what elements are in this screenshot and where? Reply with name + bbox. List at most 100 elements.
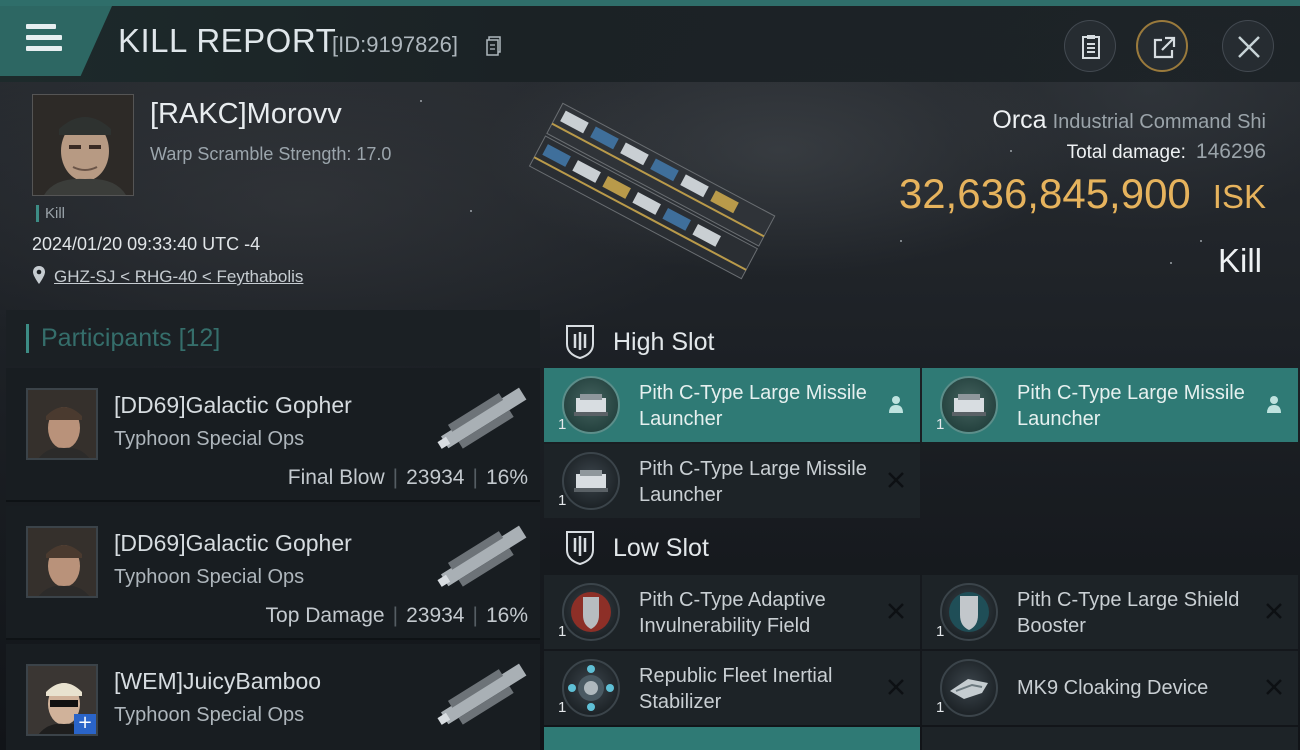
low-slot-title: Low Slot bbox=[613, 534, 709, 562]
result-label: Kill bbox=[1217, 242, 1262, 279]
participant-row[interactable]: + [WEM]JuicyBamboo Typhoon Special Ops bbox=[6, 644, 540, 750]
page-title: KILL REPORT bbox=[118, 22, 337, 59]
participant-percent: 16% bbox=[485, 466, 528, 489]
orca-ship-image bbox=[528, 102, 776, 280]
ship-name: Orca bbox=[992, 106, 1047, 134]
module-qty: 1 bbox=[936, 699, 945, 716]
shield-booster-icon bbox=[940, 583, 998, 641]
participant-ship: Typhoon Special Ops bbox=[114, 704, 305, 726]
destroyed-x-icon bbox=[888, 603, 904, 619]
hamburger-icon bbox=[26, 24, 64, 54]
module-qty: 1 bbox=[936, 623, 945, 640]
victim-name[interactable]: [RAKC]Morovv bbox=[150, 98, 342, 131]
participant-stats: Final Blow | 23934 | 16% bbox=[287, 466, 528, 489]
kill-tag: Kill bbox=[36, 205, 65, 222]
close-icon bbox=[1238, 36, 1260, 58]
isk-amount: 32,636,845,900 bbox=[898, 170, 1191, 217]
missile-launcher-icon bbox=[562, 376, 620, 434]
module-qty: 1 bbox=[558, 623, 567, 640]
module-qty: 1 bbox=[936, 416, 945, 433]
victim-panel: [RAKC]Morovv Warp Scramble Strength: 17.… bbox=[0, 82, 1300, 308]
module-qty: 1 bbox=[558, 492, 567, 509]
low-slot-icon bbox=[566, 531, 594, 566]
module-name: Pith C-Type Large Missile Launcher bbox=[1017, 382, 1245, 430]
cloaking-device-icon bbox=[940, 659, 998, 717]
total-damage-value: 146296 bbox=[1195, 140, 1266, 163]
kill-timestamp: 2024/01/20 09:33:40 UTC -4 bbox=[32, 234, 261, 254]
module-item[interactable]: 1 Pith C-Type Adaptive Invulnerability F… bbox=[544, 575, 920, 649]
missile-launcher-icon bbox=[940, 376, 998, 434]
destroyed-x-icon bbox=[1266, 603, 1282, 619]
module-item[interactable]: 1 Pith C-Type Large Missile Launcher bbox=[922, 368, 1298, 442]
typhoon-ship-icon bbox=[437, 525, 527, 587]
participants-count: [12] bbox=[178, 324, 221, 352]
pilot-icon bbox=[889, 396, 903, 413]
typhoon-ship-icon bbox=[437, 387, 527, 449]
location-link[interactable]: GHZ-SJ < RHG-40 < Feythabolis bbox=[54, 267, 303, 287]
clipboard-button[interactable] bbox=[1064, 20, 1116, 72]
high-slot-header: High Slot bbox=[544, 312, 1300, 372]
add-contact-icon[interactable]: + bbox=[74, 714, 96, 734]
module-name: Pith C-Type Large Missile Launcher bbox=[639, 382, 867, 430]
module-item[interactable]: 1 Pith C-Type Large Missile Launcher bbox=[544, 444, 920, 518]
isk-value: 32,636,845,900 ISK bbox=[899, 170, 1266, 218]
isk-unit: ISK bbox=[1212, 178, 1266, 215]
participants-label: Participants bbox=[41, 324, 172, 352]
participant-avatar: + bbox=[26, 664, 98, 736]
clipboard-icon bbox=[1082, 35, 1100, 59]
victim-ship[interactable]: Orca Industrial Command Shi bbox=[992, 106, 1266, 135]
participant-name: [DD69]Galactic Gopher bbox=[114, 530, 352, 556]
module-qty: 1 bbox=[558, 416, 567, 433]
participant-row[interactable]: [DD69]Galactic Gopher Typhoon Special Op… bbox=[6, 506, 540, 640]
participant-avatar bbox=[26, 526, 98, 598]
report-id: [ID:9197826] bbox=[332, 32, 458, 57]
victim-avatar bbox=[33, 95, 133, 195]
inertial-stabilizer-icon bbox=[562, 659, 620, 717]
module-item[interactable]: 1 Pith C-Type Large Missile Launcher bbox=[544, 368, 920, 442]
low-slot-header: Low Slot bbox=[544, 518, 1300, 578]
pilot-icon bbox=[1267, 396, 1281, 413]
victim-portrait[interactable] bbox=[32, 94, 134, 196]
destroyed-x-icon bbox=[888, 472, 904, 488]
participant-name: [DD69]Galactic Gopher bbox=[114, 392, 352, 418]
destroyed-x-icon bbox=[888, 679, 904, 695]
module-name: Pith C-Type Large Shield Booster bbox=[1017, 589, 1240, 637]
module-name: Republic Fleet Inertial Stabilizer bbox=[639, 665, 833, 713]
menu-button[interactable] bbox=[0, 6, 112, 76]
module-qty: 1 bbox=[558, 699, 567, 716]
close-button[interactable] bbox=[1222, 20, 1274, 72]
share-icon bbox=[1153, 36, 1176, 59]
participant-damage: 23934 bbox=[406, 466, 465, 489]
participant-ship: Typhoon Special Ops bbox=[114, 566, 305, 588]
share-button[interactable] bbox=[1136, 20, 1188, 72]
participant-percent: 16% bbox=[485, 604, 528, 627]
module-item-partial[interactable] bbox=[544, 727, 920, 750]
participant-ship: Typhoon Special Ops bbox=[114, 428, 305, 450]
participant-tag: Final Blow bbox=[287, 466, 385, 489]
module-item[interactable]: 1 Republic Fleet Inertial Stabilizer bbox=[544, 651, 920, 725]
participants-header[interactable]: Participants [12] bbox=[6, 310, 540, 366]
copy-icon[interactable] bbox=[486, 36, 502, 56]
destroyed-x-icon bbox=[1266, 679, 1282, 695]
module-name: Pith C-Type Large Missile Launcher bbox=[639, 458, 867, 506]
module-name: MK9 Cloaking Device bbox=[1017, 677, 1209, 699]
fitting-panel: High Slot 1 Pith C-Type Large Missile La… bbox=[544, 310, 1300, 750]
participant-name: [WEM]JuicyBamboo bbox=[114, 668, 322, 694]
participant-tag: Top Damage bbox=[265, 604, 385, 627]
module-name: Pith C-Type Adaptive Invulnerability Fie… bbox=[639, 589, 826, 637]
warp-scramble-strength: Warp Scramble Strength: 17.0 bbox=[150, 144, 392, 164]
module-item[interactable]: 1 Pith C-Type Large Shield Booster bbox=[922, 575, 1298, 649]
participants-title: Participants [12] bbox=[26, 324, 220, 353]
invulnerability-field-icon bbox=[562, 583, 620, 641]
participants-panel: Participants [12] [DD69]Galactic Gopher … bbox=[6, 310, 540, 750]
module-item-partial[interactable] bbox=[922, 727, 1298, 750]
participant-row[interactable]: [DD69]Galactic Gopher Typhoon Special Op… bbox=[6, 368, 540, 502]
ship-class: Industrial Command Shi bbox=[1052, 111, 1266, 133]
module-item[interactable]: 1 MK9 Cloaking Device bbox=[922, 651, 1298, 725]
typhoon-ship-icon bbox=[437, 663, 527, 725]
header-bar: KILL REPORT [ID:9197826] bbox=[0, 6, 1300, 82]
participant-damage: 23934 bbox=[406, 604, 465, 627]
participant-stats: Top Damage | 23934 | 16% bbox=[265, 604, 528, 627]
total-damage-label: Total damage: bbox=[1066, 142, 1186, 163]
high-slot-title: High Slot bbox=[613, 328, 715, 356]
